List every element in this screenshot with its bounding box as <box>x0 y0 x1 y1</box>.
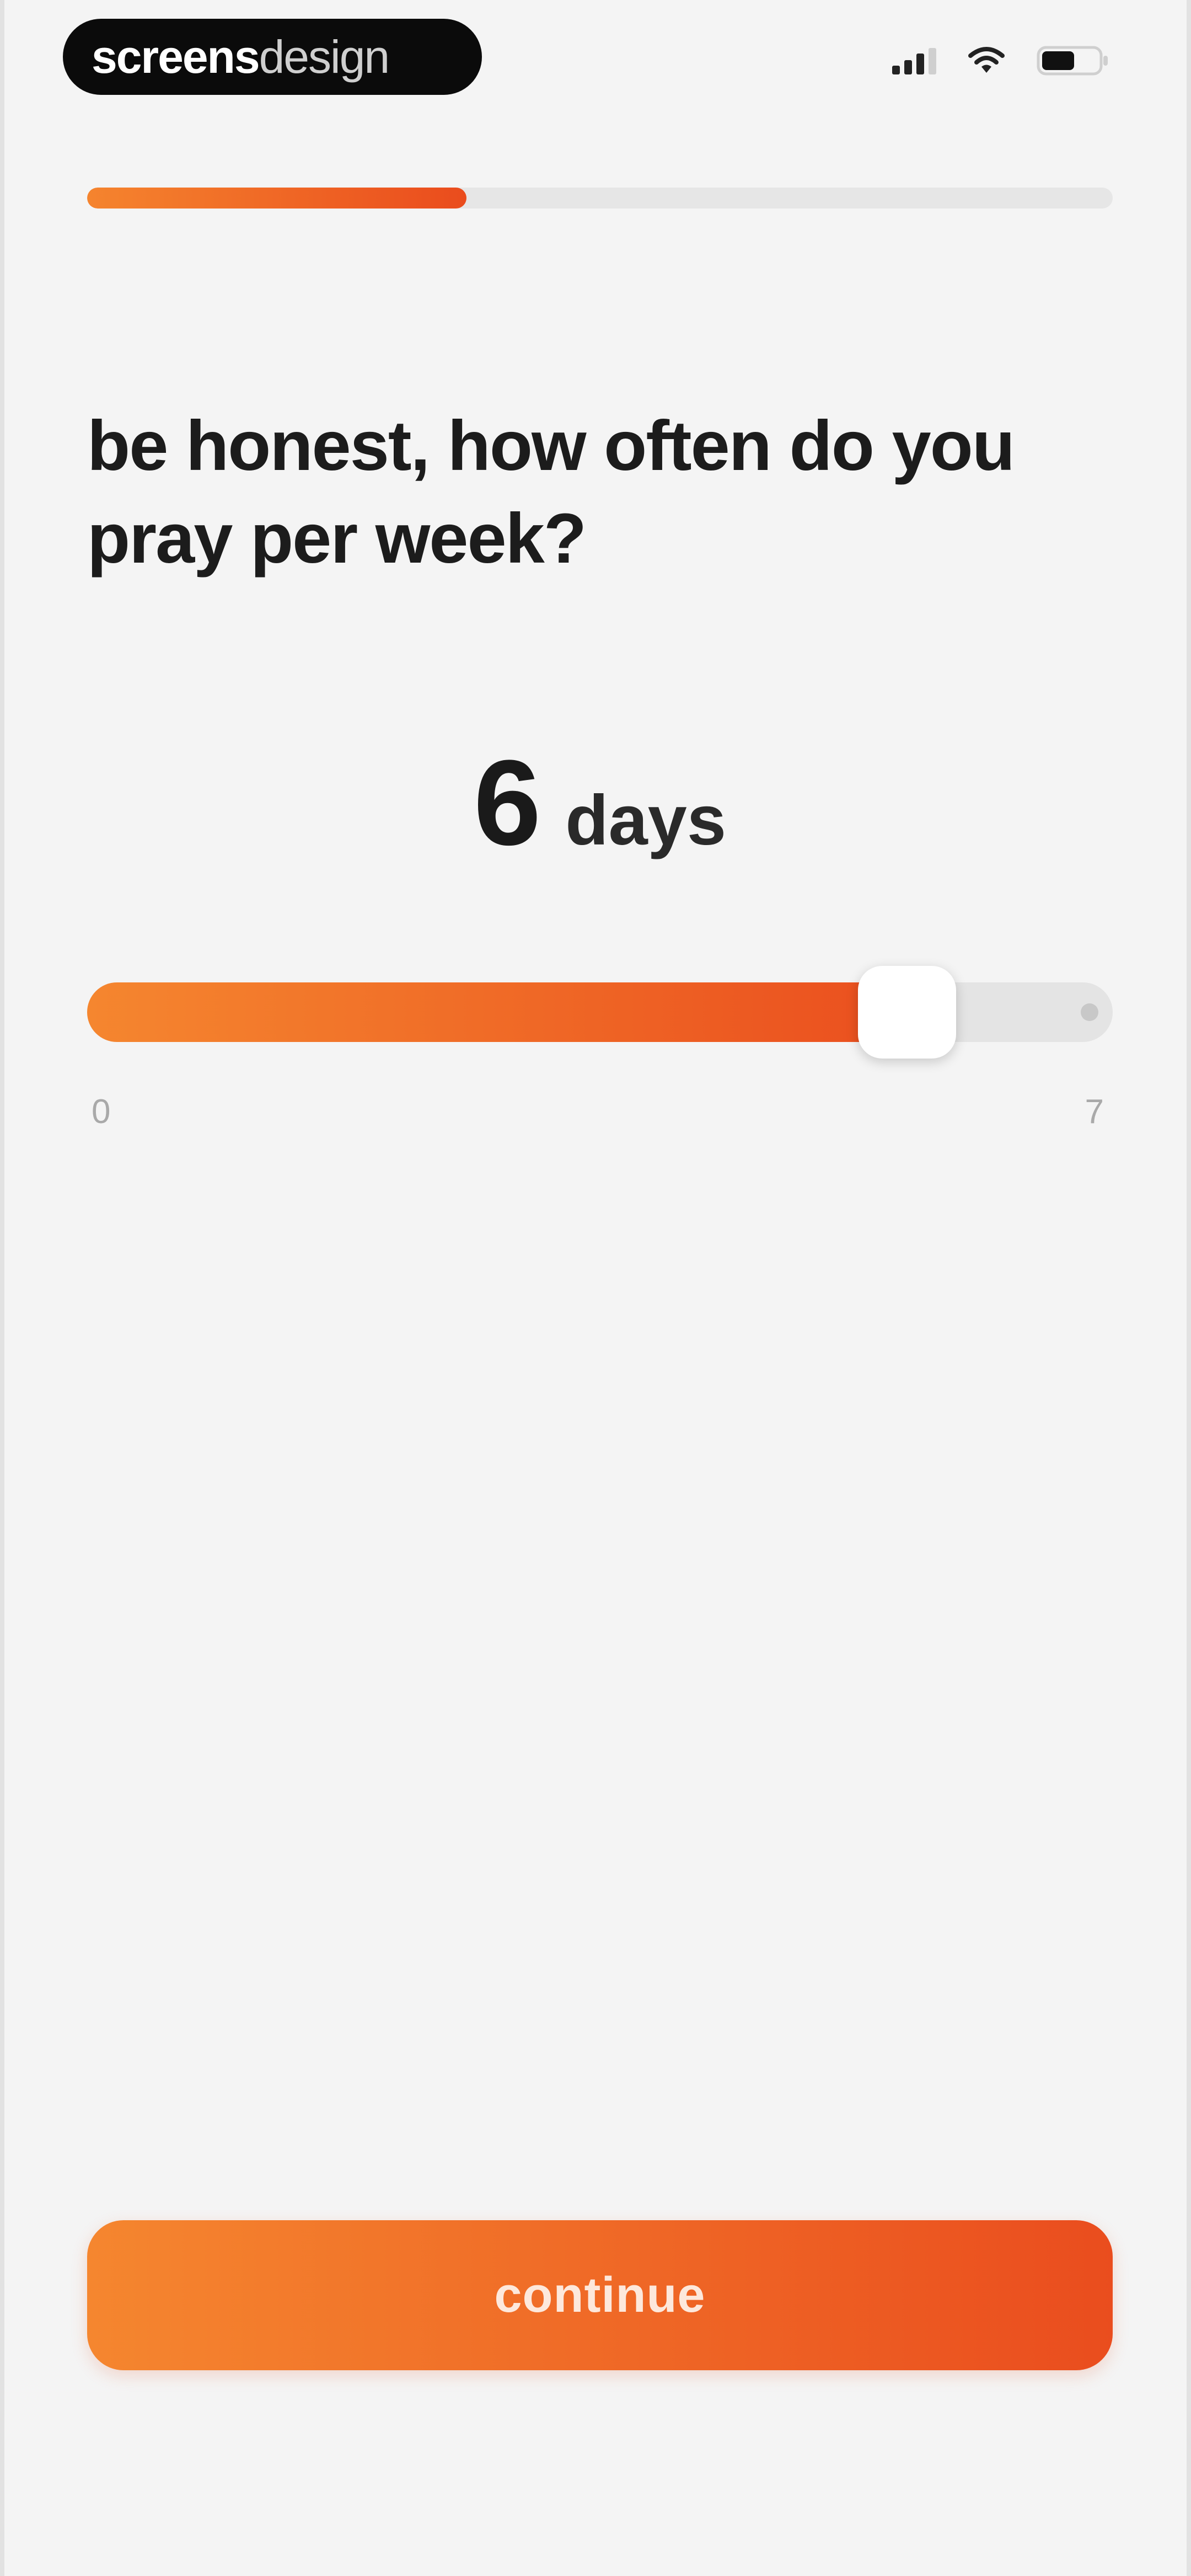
onboarding-screen: screens design be honest, how often do yo… <box>0 0 1191 2576</box>
status-icons <box>892 45 1109 76</box>
wifi-icon <box>968 47 1005 74</box>
continue-button[interactable]: continue <box>87 2220 1113 2370</box>
slider-unit: days <box>565 781 727 860</box>
slider-min-label: 0 <box>92 1093 111 1131</box>
slider-value-readout: 6 days <box>4 742 1191 863</box>
brand-name-strong: screens <box>92 31 260 83</box>
slider-max-label: 7 <box>1085 1093 1104 1131</box>
days-slider[interactable] <box>87 966 1113 1059</box>
slider-fill <box>87 982 937 1042</box>
signal-icon <box>892 47 936 74</box>
battery-icon <box>1037 45 1109 76</box>
brand-name-light: design <box>259 31 390 83</box>
progress-bar-fill <box>87 188 467 209</box>
slider-thumb[interactable] <box>858 966 957 1059</box>
brand-badge: screens design <box>63 19 482 95</box>
slider-value: 6 <box>473 735 541 870</box>
slider-end-dot <box>1081 1003 1098 1021</box>
question-title: be honest, how often do you pray per wee… <box>87 407 1015 578</box>
onboarding-progress-bar <box>87 188 1113 209</box>
